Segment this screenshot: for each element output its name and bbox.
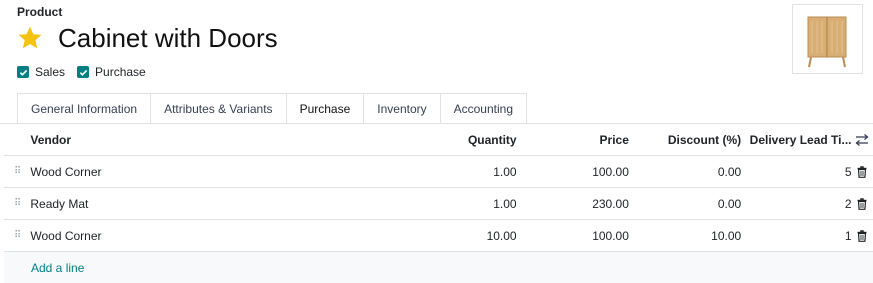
delete-row-button[interactable] [852, 229, 873, 242]
drag-handle-icon[interactable]: ⠿ [4, 230, 30, 241]
cell-price[interactable]: 100.00 [517, 229, 629, 243]
header-discount[interactable]: Discount (%) [629, 133, 741, 147]
trash-icon [857, 229, 867, 242]
title-row: Cabinet with Doors [17, 20, 278, 56]
cell-delivery-lead-time[interactable]: 1 [741, 229, 852, 243]
table-row[interactable]: ⠿ Wood Corner 10.00 100.00 10.00 1 [4, 220, 873, 252]
notebook-tabs: General Information Attributes & Variant… [17, 93, 527, 124]
purchase-label: Purchase [95, 65, 146, 79]
favorite-star-icon[interactable] [17, 25, 43, 51]
sales-label: Sales [35, 65, 66, 79]
header-price[interactable]: Price [517, 133, 629, 147]
product-name[interactable]: Cabinet with Doors [58, 23, 278, 54]
cell-discount[interactable]: 10.00 [629, 229, 741, 243]
table-row[interactable]: ⠿ Wood Corner 1.00 100.00 0.00 5 [4, 156, 873, 188]
cell-quantity[interactable]: 1.00 [323, 197, 516, 211]
header-quantity[interactable]: Quantity [323, 133, 517, 147]
table-header: Vendor Quantity Price Discount (%) Deliv… [4, 124, 873, 156]
drag-handle-icon[interactable]: ⠿ [4, 166, 30, 177]
tab-inventory[interactable]: Inventory [363, 93, 440, 124]
optional-columns-toggle[interactable] [852, 133, 873, 146]
product-label: Product [17, 5, 63, 19]
cell-vendor[interactable]: Wood Corner [30, 165, 323, 179]
tab-accounting[interactable]: Accounting [439, 93, 527, 124]
purchase-checkbox[interactable]: Purchase [77, 65, 146, 79]
check-icon [77, 66, 90, 78]
sales-checkbox[interactable]: Sales [17, 65, 65, 79]
cell-delivery-lead-time[interactable]: 2 [741, 197, 852, 211]
cell-discount[interactable]: 0.00 [629, 197, 741, 211]
cell-discount[interactable]: 0.00 [629, 165, 741, 179]
sliders-icon [855, 133, 869, 146]
tab-general-information[interactable]: General Information [17, 93, 151, 124]
header-delivery-lead-time[interactable]: Delivery Lead Ti... [741, 133, 852, 147]
vendor-table: Vendor Quantity Price Discount (%) Deliv… [4, 124, 873, 283]
cabinet-image [807, 16, 847, 68]
product-image[interactable] [792, 4, 863, 74]
tab-attributes-variants[interactable]: Attributes & Variants [150, 93, 286, 124]
trash-icon [857, 197, 867, 210]
cell-delivery-lead-time[interactable]: 5 [741, 165, 852, 179]
cell-price[interactable]: 230.00 [517, 197, 629, 211]
delete-row-button[interactable] [852, 165, 873, 178]
header-vendor[interactable]: Vendor [30, 133, 323, 147]
add-a-line-link[interactable]: Add a line [4, 252, 873, 283]
tab-purchase[interactable]: Purchase [285, 93, 364, 124]
delete-row-button[interactable] [852, 197, 873, 210]
cell-quantity[interactable]: 1.00 [323, 165, 516, 179]
check-icon [17, 66, 29, 78]
cell-vendor[interactable]: Wood Corner [30, 229, 323, 243]
trash-icon [857, 165, 867, 178]
drag-handle-icon[interactable]: ⠿ [4, 198, 30, 209]
cell-vendor[interactable]: Ready Mat [30, 197, 323, 211]
product-flags: Sales Purchase [17, 65, 158, 79]
table-row[interactable]: ⠿ Ready Mat 1.00 230.00 0.00 2 [4, 188, 873, 220]
cell-price[interactable]: 100.00 [517, 165, 629, 179]
cell-quantity[interactable]: 10.00 [323, 229, 517, 243]
